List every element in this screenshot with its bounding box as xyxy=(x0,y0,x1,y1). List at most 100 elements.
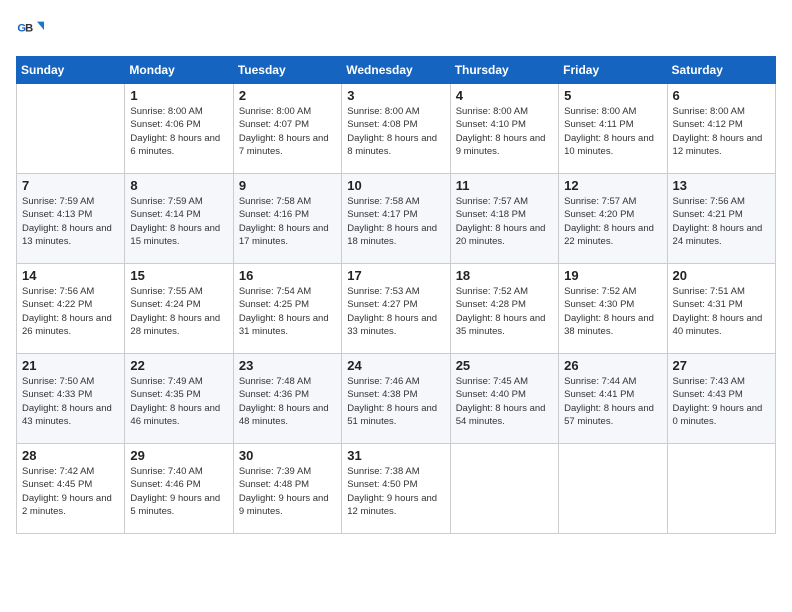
day-number: 27 xyxy=(673,358,770,373)
calendar-cell xyxy=(450,444,558,534)
calendar-cell: 6 Sunrise: 8:00 AM Sunset: 4:12 PM Daylig… xyxy=(667,84,775,174)
day-number: 31 xyxy=(347,448,444,463)
day-number: 14 xyxy=(22,268,119,283)
weekday-header-thursday: Thursday xyxy=(450,57,558,84)
day-info: Sunrise: 8:00 AM Sunset: 4:11 PM Dayligh… xyxy=(564,105,661,158)
weekday-header-tuesday: Tuesday xyxy=(233,57,341,84)
weekday-header-friday: Friday xyxy=(559,57,667,84)
page-header: G B xyxy=(16,16,776,44)
calendar-cell: 7Sunrise: 7:59 AM Sunset: 4:13 PM Daylig… xyxy=(17,174,125,264)
day-info: Sunrise: 8:00 AM Sunset: 4:07 PM Dayligh… xyxy=(239,105,336,158)
calendar-header-row: SundayMondayTuesdayWednesdayThursdayFrid… xyxy=(17,57,776,84)
day-info: Sunrise: 7:58 AM Sunset: 4:16 PM Dayligh… xyxy=(239,195,336,248)
calendar-cell: 5Sunrise: 8:00 AM Sunset: 4:11 PM Daylig… xyxy=(559,84,667,174)
day-info: Sunrise: 7:53 AM Sunset: 4:27 PM Dayligh… xyxy=(347,285,444,338)
calendar-cell: 10Sunrise: 7:58 AM Sunset: 4:17 PM Dayli… xyxy=(342,174,450,264)
day-number: 19 xyxy=(564,268,661,283)
day-number: 20 xyxy=(673,268,770,283)
day-number: 18 xyxy=(456,268,553,283)
calendar-cell: 16 Sunrise: 7:54 AM Sunset: 4:25 PM Dayli… xyxy=(233,264,341,354)
day-info: Sunrise: 7:56 AM Sunset: 4:22 PM Dayligh… xyxy=(22,285,119,338)
weekday-header-monday: Monday xyxy=(125,57,233,84)
calendar-cell: 24Sunrise: 7:46 AM Sunset: 4:38 PM Dayli… xyxy=(342,354,450,444)
day-info: Sunrise: 7:52 AM Sunset: 4:30 PM Dayligh… xyxy=(564,285,661,338)
calendar-cell: 1 Sunrise: 8:00 AM Sunset: 4:06 PM Daylig… xyxy=(125,84,233,174)
calendar-cell: 4 Sunrise: 8:00 AM Sunset: 4:10 PM Daylig… xyxy=(450,84,558,174)
calendar-cell: 17 Sunrise: 7:53 AM Sunset: 4:27 PM Dayli… xyxy=(342,264,450,354)
day-number: 21 xyxy=(22,358,119,373)
day-info: Sunrise: 7:52 AM Sunset: 4:28 PM Dayligh… xyxy=(456,285,553,338)
day-number: 7 xyxy=(22,178,119,193)
day-info: Sunrise: 7:59 AM Sunset: 4:14 PM Dayligh… xyxy=(130,195,227,248)
calendar-table: SundayMondayTuesdayWednesdayThursdayFrid… xyxy=(16,56,776,534)
calendar-week-5: 28 Sunrise: 7:42 AM Sunset: 4:45 PM Dayli… xyxy=(17,444,776,534)
day-number: 2 xyxy=(239,88,336,103)
day-number: 22 xyxy=(130,358,227,373)
calendar-cell: 9Sunrise: 7:58 AM Sunset: 4:16 PM Daylig… xyxy=(233,174,341,264)
calendar-cell xyxy=(667,444,775,534)
calendar-cell: 13 Sunrise: 7:56 AM Sunset: 4:21 PM Dayli… xyxy=(667,174,775,264)
day-number: 30 xyxy=(239,448,336,463)
calendar-week-2: 7Sunrise: 7:59 AM Sunset: 4:13 PM Daylig… xyxy=(17,174,776,264)
day-number: 17 xyxy=(347,268,444,283)
day-number: 11 xyxy=(456,178,553,193)
day-info: Sunrise: 7:43 AM Sunset: 4:43 PM Dayligh… xyxy=(673,375,770,428)
calendar-cell xyxy=(559,444,667,534)
day-info: Sunrise: 7:58 AM Sunset: 4:17 PM Dayligh… xyxy=(347,195,444,248)
day-number: 23 xyxy=(239,358,336,373)
day-number: 13 xyxy=(673,178,770,193)
day-info: Sunrise: 7:49 AM Sunset: 4:35 PM Dayligh… xyxy=(130,375,227,428)
day-info: Sunrise: 8:00 AM Sunset: 4:12 PM Dayligh… xyxy=(673,105,770,158)
day-info: Sunrise: 7:45 AM Sunset: 4:40 PM Dayligh… xyxy=(456,375,553,428)
day-number: 24 xyxy=(347,358,444,373)
day-number: 28 xyxy=(22,448,119,463)
day-info: Sunrise: 7:54 AM Sunset: 4:25 PM Dayligh… xyxy=(239,285,336,338)
day-info: Sunrise: 8:00 AM Sunset: 4:10 PM Dayligh… xyxy=(456,105,553,158)
day-number: 3 xyxy=(347,88,444,103)
calendar-cell: 27 Sunrise: 7:43 AM Sunset: 4:43 PM Dayli… xyxy=(667,354,775,444)
day-info: Sunrise: 7:55 AM Sunset: 4:24 PM Dayligh… xyxy=(130,285,227,338)
day-number: 6 xyxy=(673,88,770,103)
day-number: 26 xyxy=(564,358,661,373)
calendar-cell: 23 Sunrise: 7:48 AM Sunset: 4:36 PM Dayli… xyxy=(233,354,341,444)
calendar-week-1: 1 Sunrise: 8:00 AM Sunset: 4:06 PM Daylig… xyxy=(17,84,776,174)
day-info: Sunrise: 7:57 AM Sunset: 4:18 PM Dayligh… xyxy=(456,195,553,248)
day-number: 12 xyxy=(564,178,661,193)
day-info: Sunrise: 7:42 AM Sunset: 4:45 PM Dayligh… xyxy=(22,465,119,518)
calendar-cell: 25 Sunrise: 7:45 AM Sunset: 4:40 PM Dayli… xyxy=(450,354,558,444)
day-number: 16 xyxy=(239,268,336,283)
day-number: 1 xyxy=(130,88,227,103)
day-info: Sunrise: 7:44 AM Sunset: 4:41 PM Dayligh… xyxy=(564,375,661,428)
calendar-cell: 14 Sunrise: 7:56 AM Sunset: 4:22 PM Dayli… xyxy=(17,264,125,354)
calendar-cell: 3Sunrise: 8:00 AM Sunset: 4:08 PM Daylig… xyxy=(342,84,450,174)
calendar-cell: 29Sunrise: 7:40 AM Sunset: 4:46 PM Dayli… xyxy=(125,444,233,534)
calendar-cell: 26 Sunrise: 7:44 AM Sunset: 4:41 PM Dayli… xyxy=(559,354,667,444)
calendar-cell: 18 Sunrise: 7:52 AM Sunset: 4:28 PM Dayli… xyxy=(450,264,558,354)
calendar-cell: 31 Sunrise: 7:38 AM Sunset: 4:50 PM Dayli… xyxy=(342,444,450,534)
day-number: 15 xyxy=(130,268,227,283)
day-info: Sunrise: 7:48 AM Sunset: 4:36 PM Dayligh… xyxy=(239,375,336,428)
calendar-cell: 20 Sunrise: 7:51 AM Sunset: 4:31 PM Dayli… xyxy=(667,264,775,354)
calendar-cell: 2 Sunrise: 8:00 AM Sunset: 4:07 PM Daylig… xyxy=(233,84,341,174)
day-info: Sunrise: 7:56 AM Sunset: 4:21 PM Dayligh… xyxy=(673,195,770,248)
day-info: Sunrise: 8:00 AM Sunset: 4:06 PM Dayligh… xyxy=(130,105,227,158)
day-number: 8 xyxy=(130,178,227,193)
calendar-cell: 21Sunrise: 7:50 AM Sunset: 4:33 PM Dayli… xyxy=(17,354,125,444)
calendar-cell: 30Sunrise: 7:39 AM Sunset: 4:48 PM Dayli… xyxy=(233,444,341,534)
weekday-header-saturday: Saturday xyxy=(667,57,775,84)
calendar-cell: 19 Sunrise: 7:52 AM Sunset: 4:30 PM Dayli… xyxy=(559,264,667,354)
calendar-week-4: 21Sunrise: 7:50 AM Sunset: 4:33 PM Dayli… xyxy=(17,354,776,444)
calendar-cell xyxy=(17,84,125,174)
day-number: 4 xyxy=(456,88,553,103)
calendar-cell: 15 Sunrise: 7:55 AM Sunset: 4:24 PM Dayli… xyxy=(125,264,233,354)
calendar-cell: 22 Sunrise: 7:49 AM Sunset: 4:35 PM Dayli… xyxy=(125,354,233,444)
calendar-cell: 12Sunrise: 7:57 AM Sunset: 4:20 PM Dayli… xyxy=(559,174,667,264)
day-info: Sunrise: 7:38 AM Sunset: 4:50 PM Dayligh… xyxy=(347,465,444,518)
calendar-cell: 8 Sunrise: 7:59 AM Sunset: 4:14 PM Daylig… xyxy=(125,174,233,264)
weekday-header-wednesday: Wednesday xyxy=(342,57,450,84)
calendar-cell: 28 Sunrise: 7:42 AM Sunset: 4:45 PM Dayli… xyxy=(17,444,125,534)
calendar-week-3: 14 Sunrise: 7:56 AM Sunset: 4:22 PM Dayli… xyxy=(17,264,776,354)
day-info: Sunrise: 7:40 AM Sunset: 4:46 PM Dayligh… xyxy=(130,465,227,518)
day-info: Sunrise: 7:51 AM Sunset: 4:31 PM Dayligh… xyxy=(673,285,770,338)
day-number: 25 xyxy=(456,358,553,373)
